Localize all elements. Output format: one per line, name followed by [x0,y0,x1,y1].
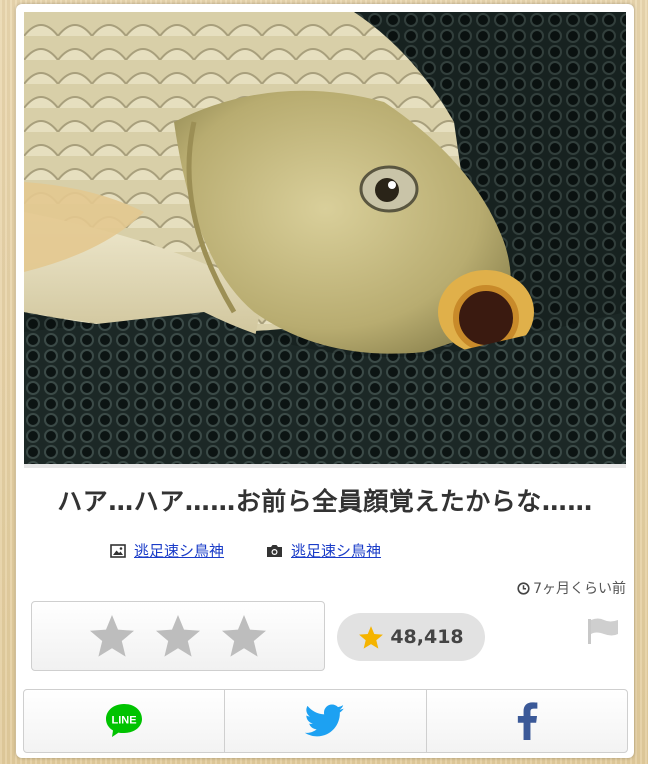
line-logo-text: LINE [112,715,137,727]
rate-star-2[interactable] [154,612,202,660]
time-ago-text: 7ヶ月くらい前 [533,581,626,597]
photo-credit-link[interactable]: 逃足速シ鳥神 [266,540,381,561]
clock-icon [517,581,530,595]
image-credit-link[interactable]: 逃足速シ鳥神 [110,540,224,561]
post-photo[interactable] [24,12,626,464]
star-icon [222,615,266,657]
share-facebook-button[interactable] [427,690,627,752]
rate-star-3[interactable] [220,612,268,660]
twitter-icon [305,704,345,737]
post-title: ハア…ハア……お前ら全員顔覚えたからな…… [57,487,593,516]
star-icon [359,625,384,649]
flag-icon [588,618,618,644]
rating-input [31,601,325,671]
share-line-button[interactable]: LINE [24,690,226,752]
image-icon [110,543,126,558]
rate-star-1[interactable] [88,612,136,660]
post-card: ハア…ハア……お前ら全員顔覚えたからな…… 逃足速シ鳥神 逃足速シ鳥神 7ヶ月く… [16,4,634,758]
star-icon [156,615,200,657]
photo-divider [24,464,626,468]
share-bar: LINE [23,689,628,753]
camera-icon [266,544,283,558]
photo-credit-text: 逃足速シ鳥神 [291,542,382,560]
facebook-icon [517,702,538,740]
line-icon: LINE [106,704,143,737]
post-timestamp: 7ヶ月くらい前 [517,578,626,598]
report-flag-button[interactable] [586,617,620,649]
score-badge: 48,418 [337,613,485,661]
image-credit-text: 逃足速シ鳥神 [134,542,225,560]
star-icon [90,615,134,657]
carp-photo-illustration [24,12,626,464]
score-value: 48,418 [390,626,464,648]
share-twitter-button[interactable] [225,690,427,752]
